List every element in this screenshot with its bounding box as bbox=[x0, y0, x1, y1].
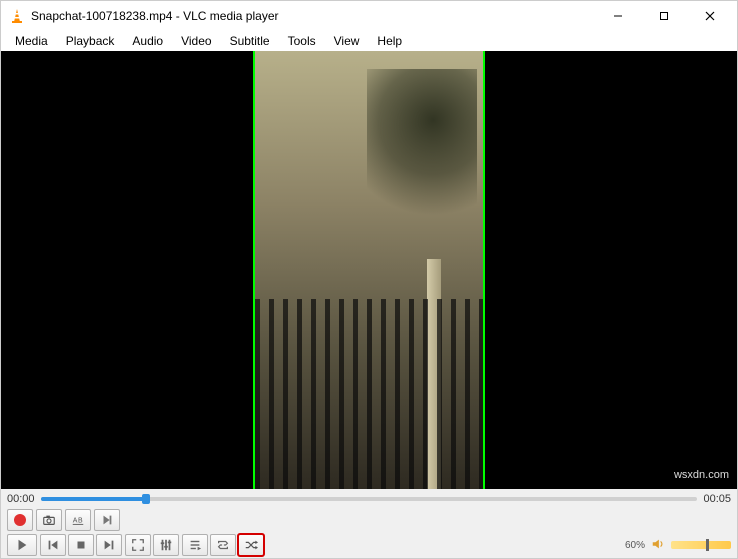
ab-loop-button[interactable]: AB bbox=[65, 509, 91, 531]
menu-video[interactable]: Video bbox=[173, 32, 219, 50]
svg-text:B: B bbox=[78, 518, 83, 525]
ab-loop-icon: AB bbox=[71, 513, 85, 527]
menu-help[interactable]: Help bbox=[369, 32, 410, 50]
watermark-text: wsxdn.com bbox=[674, 469, 729, 481]
window-controls bbox=[595, 1, 733, 31]
playlist-icon bbox=[188, 538, 202, 552]
advanced-controls-row: AB bbox=[7, 509, 731, 531]
vlc-window: Snapchat-100718238.mp4 - VLC media playe… bbox=[0, 0, 738, 559]
next-button[interactable] bbox=[96, 534, 122, 556]
menu-subtitle[interactable]: Subtitle bbox=[222, 32, 278, 50]
menu-media[interactable]: Media bbox=[7, 32, 56, 50]
record-icon bbox=[14, 514, 26, 526]
previous-button[interactable] bbox=[40, 534, 66, 556]
menubar: Media Playback Audio Video Subtitle Tool… bbox=[1, 31, 737, 51]
menu-audio[interactable]: Audio bbox=[124, 32, 171, 50]
volume-slider[interactable] bbox=[671, 541, 731, 549]
snapshot-button[interactable] bbox=[36, 509, 62, 531]
menu-tools[interactable]: Tools bbox=[280, 32, 324, 50]
controls-area: 00:00 00:05 AB bbox=[1, 489, 737, 558]
playlist-button[interactable] bbox=[182, 534, 208, 556]
maximize-button[interactable] bbox=[641, 1, 687, 31]
video-content-decoration bbox=[255, 299, 483, 489]
shuffle-icon bbox=[244, 538, 258, 552]
seek-knob[interactable] bbox=[142, 494, 150, 504]
fullscreen-icon bbox=[131, 538, 145, 552]
time-elapsed: 00:00 bbox=[7, 493, 35, 505]
next-icon bbox=[102, 538, 116, 552]
extended-settings-button[interactable] bbox=[153, 534, 179, 556]
seek-row: 00:00 00:05 bbox=[7, 493, 731, 505]
video-frame bbox=[253, 51, 485, 489]
minimize-button[interactable] bbox=[595, 1, 641, 31]
fullscreen-button[interactable] bbox=[125, 534, 151, 556]
loop-button[interactable] bbox=[210, 534, 236, 556]
main-controls-row: 60% bbox=[7, 534, 731, 556]
record-button[interactable] bbox=[7, 509, 33, 531]
titlebar: Snapchat-100718238.mp4 - VLC media playe… bbox=[1, 1, 737, 31]
volume-percent-label: 60% bbox=[625, 540, 645, 551]
vlc-cone-icon bbox=[9, 8, 25, 24]
svg-text:A: A bbox=[73, 518, 78, 525]
seek-bar[interactable] bbox=[41, 494, 698, 504]
equalizer-icon bbox=[159, 538, 173, 552]
close-button[interactable] bbox=[687, 1, 733, 31]
volume-knob[interactable] bbox=[706, 539, 709, 551]
stop-icon bbox=[74, 538, 88, 552]
speaker-icon[interactable] bbox=[651, 537, 665, 554]
menu-playback[interactable]: Playback bbox=[58, 32, 123, 50]
loop-icon bbox=[216, 538, 230, 552]
time-total: 00:05 bbox=[703, 493, 731, 505]
play-button[interactable] bbox=[7, 534, 37, 556]
menu-view[interactable]: View bbox=[326, 32, 368, 50]
video-content-decoration bbox=[367, 69, 477, 239]
frame-step-icon bbox=[100, 513, 114, 527]
snapshot-icon bbox=[42, 513, 56, 527]
video-area[interactable]: wsxdn.com bbox=[1, 51, 737, 489]
frame-step-button[interactable] bbox=[94, 509, 120, 531]
play-icon bbox=[15, 538, 29, 552]
stop-button[interactable] bbox=[68, 534, 94, 556]
seek-fill bbox=[41, 497, 146, 501]
shuffle-button[interactable] bbox=[238, 534, 264, 556]
window-title: Snapchat-100718238.mp4 - VLC media playe… bbox=[31, 9, 595, 23]
volume-area: 60% bbox=[625, 537, 731, 554]
previous-icon bbox=[46, 538, 60, 552]
